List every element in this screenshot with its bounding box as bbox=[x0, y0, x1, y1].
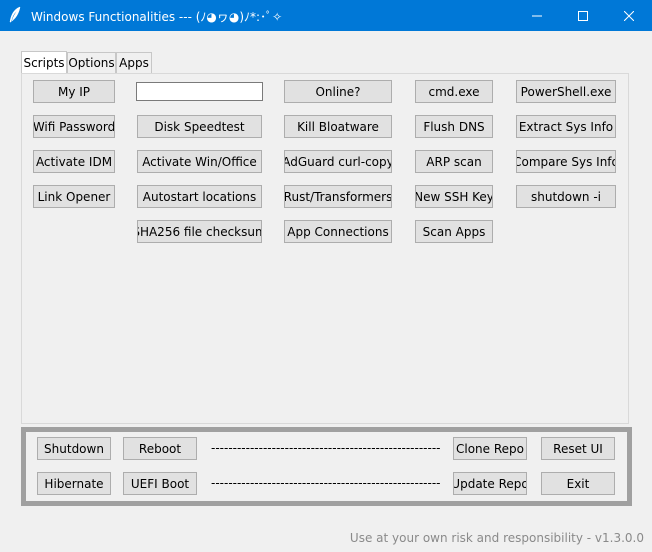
link-opener-button[interactable]: Link Opener bbox=[33, 185, 115, 208]
minimize-icon bbox=[532, 11, 542, 21]
disk-speedtest-button[interactable]: Disk Speedtest bbox=[137, 115, 262, 138]
footer-disclaimer: Use at your own risk and responsibility … bbox=[349, 531, 644, 545]
arp-scan-button[interactable]: ARP scan bbox=[415, 150, 493, 173]
separator-line: ----------------------------------------… bbox=[211, 441, 440, 455]
window-title: Windows Functionalities --- (ﾉ◕ヮ◕)ﾉ*:･ﾟ✧ bbox=[31, 10, 283, 24]
maximize-button[interactable] bbox=[560, 0, 606, 31]
tab-apps[interactable]: Apps bbox=[116, 52, 152, 73]
feather-icon bbox=[8, 6, 24, 24]
powershell-button[interactable]: PowerShell.exe bbox=[516, 80, 616, 103]
new-ssh-key-button[interactable]: New SSH Key bbox=[415, 185, 493, 208]
title-bar[interactable]: Windows Functionalities --- (ﾉ◕ヮ◕)ﾉ*:･ﾟ✧ bbox=[0, 0, 652, 31]
extract-sys-info-button[interactable]: Extract Sys Info bbox=[516, 115, 616, 138]
online-button[interactable]: Online? bbox=[284, 80, 392, 103]
activate-win-office-button[interactable]: Activate Win/Office bbox=[137, 150, 262, 173]
hibernate-button[interactable]: Hibernate bbox=[37, 472, 111, 495]
flush-dns-button[interactable]: Flush DNS bbox=[415, 115, 493, 138]
shutdown-i-button[interactable]: shutdown -i bbox=[516, 185, 616, 208]
scan-apps-button[interactable]: Scan Apps bbox=[415, 220, 493, 243]
my-ip-button[interactable]: My IP bbox=[33, 80, 115, 103]
reset-ui-button[interactable]: Reset UI bbox=[541, 437, 615, 460]
tab-scripts-label: Scripts bbox=[23, 55, 65, 70]
shutdown-button[interactable]: Shutdown bbox=[37, 437, 111, 460]
activate-idm-button[interactable]: Activate IDM bbox=[33, 150, 115, 173]
uefi-boot-button[interactable]: UEFI Boot bbox=[123, 472, 197, 495]
tab-options-label: Options bbox=[68, 56, 115, 70]
tab-apps-label: Apps bbox=[119, 56, 149, 70]
close-icon bbox=[624, 10, 634, 21]
app-connections-button[interactable]: App Connections bbox=[284, 220, 392, 243]
update-repo-button[interactable]: Update Repo bbox=[453, 472, 527, 495]
clone-repo-button[interactable]: Clone Repo bbox=[453, 437, 527, 460]
minimize-button[interactable] bbox=[514, 0, 560, 31]
sha256-checksum-button[interactable]: SHA256 file checksum bbox=[137, 220, 262, 243]
autostart-locations-button[interactable]: Autostart locations bbox=[137, 185, 262, 208]
wifi-password-button[interactable]: Wifi Password bbox=[33, 115, 115, 138]
close-button[interactable] bbox=[606, 0, 652, 31]
rust-transformers-button[interactable]: Rust/Transformers bbox=[284, 185, 392, 208]
tab-options[interactable]: Options bbox=[67, 52, 116, 73]
adguard-button[interactable]: AdGuard curl-copy bbox=[284, 150, 392, 173]
cmd-button[interactable]: cmd.exe bbox=[415, 80, 493, 103]
maximize-icon bbox=[578, 10, 588, 21]
ip-output-field[interactable] bbox=[136, 82, 263, 101]
compare-sys-info-button[interactable]: Compare Sys Info bbox=[516, 150, 616, 173]
tab-scripts[interactable]: Scripts bbox=[21, 51, 67, 73]
exit-button[interactable]: Exit bbox=[541, 472, 615, 495]
separator-line: ----------------------------------------… bbox=[211, 476, 440, 490]
kill-bloatware-button[interactable]: Kill Bloatware bbox=[284, 115, 392, 138]
reboot-button[interactable]: Reboot bbox=[123, 437, 197, 460]
